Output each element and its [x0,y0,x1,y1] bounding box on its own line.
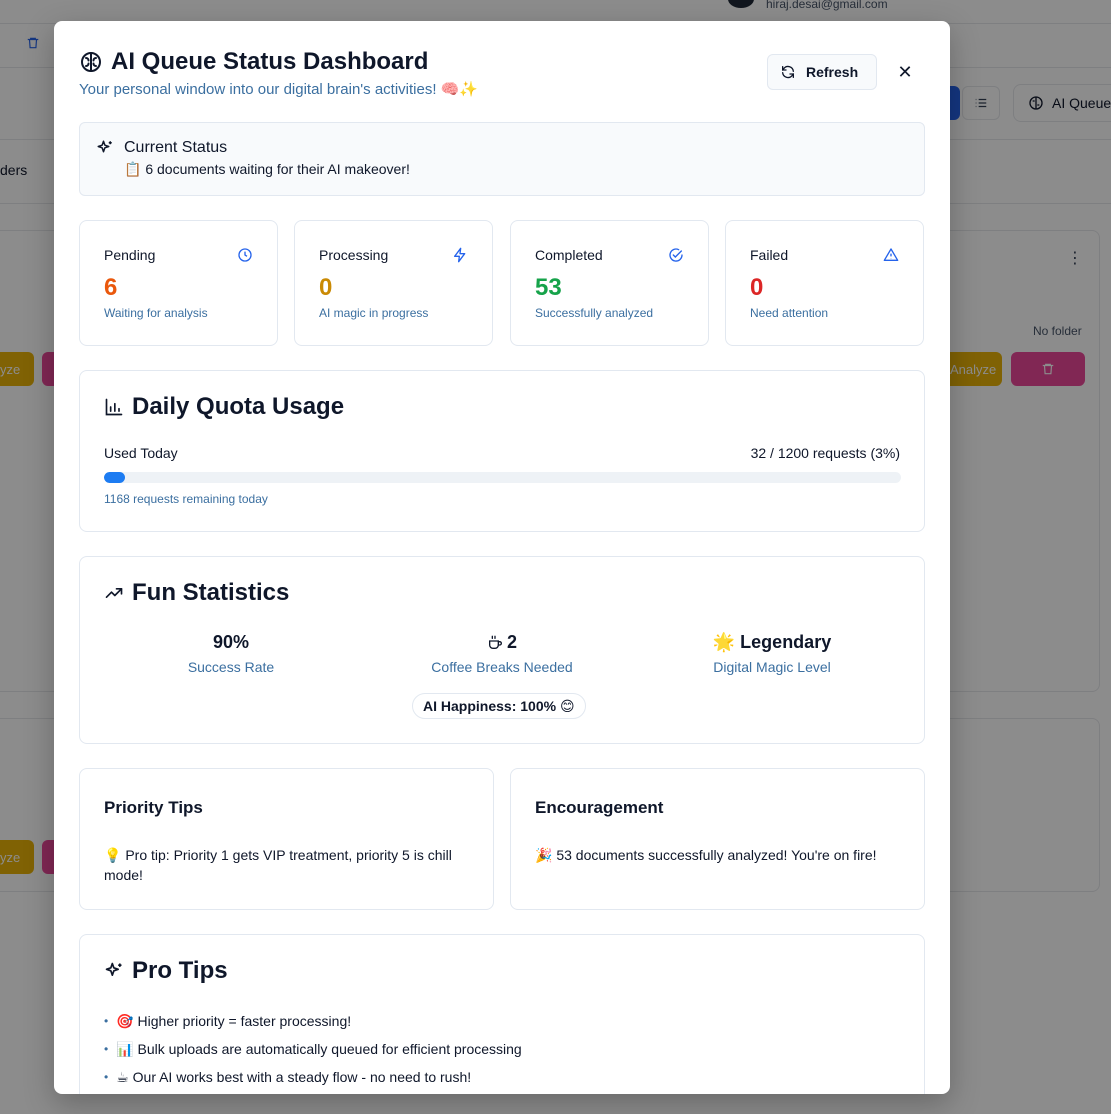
priority-tips-card: Priority Tips 💡 Pro tip: Priority 1 gets… [79,768,494,910]
fun-stat-label: Digital Magic Level [713,659,831,675]
quota-progress-fill [104,472,126,483]
sparkles-icon [105,962,122,976]
fun-stat-value: 🌟 Legendary [712,632,832,652]
sparkles-icon [96,139,114,162]
quota-progress-bar [104,472,901,483]
stat-label: Pending [104,247,156,263]
current-status-text: 📋 6 documents waiting for their AI makeo… [124,161,410,177]
fun-stat-value: 2 [367,632,637,653]
alert-triangle-icon [883,247,899,268]
pro-tip-text: 🎯 Higher priority = faster processing! [116,1012,352,1029]
fun-statistics-panel: Fun Statistics 90% Success Rate 2 Coffee… [79,556,925,744]
stat-label: Completed [535,247,603,263]
fun-stat-coffee-breaks: 2 Coffee Breaks Needed [367,632,637,675]
refresh-label: Refresh [806,64,859,80]
close-icon: ✕ [897,61,913,82]
bar-chart-icon [105,398,123,416]
stat-subtitle: Successfully analyzed [535,306,654,320]
stat-subtitle: Need attention [750,306,829,320]
stat-label: Processing [319,247,389,263]
stat-card-failed: Failed 0 Need attention [725,220,924,346]
stat-value: 0 [319,274,333,301]
refresh-icon [782,65,794,79]
fun-stat-value: 90% [212,632,250,652]
daily-quota-panel: Daily Quota Usage Used Today 32 / 1200 r… [79,370,925,532]
fun-stat-label: Success Rate [187,659,275,675]
dialog-title-text: AI Queue Status Dashboard [111,48,429,75]
encouragement-title: Encouragement [535,798,664,817]
list-item: • ☕ Our AI works best with a steady flow … [104,1068,472,1085]
ai-queue-dialog: AI Queue Status Dashboard Your personal … [54,21,950,1094]
quota-count: 32 / 1200 requests (3%) [750,445,900,461]
pro-tips-title: Pro Tips [104,957,228,985]
pro-tip-text: 📊 Bulk uploads are automatically queued … [116,1040,522,1057]
pro-tip-text: ☕ Our AI works best with a steady flow -… [116,1068,472,1085]
clock-icon [237,247,253,268]
stat-label: Failed [750,247,789,263]
dialog-subtitle: Your personal window into our digital br… [79,81,479,98]
dialog-title: AI Queue Status Dashboard [79,48,478,76]
stat-value: 0 [750,274,764,301]
dialog-header: AI Queue Status Dashboard Your personal … [79,48,478,98]
fun-stat-value-text: 2 [506,632,517,652]
daily-quota-title-text: Daily Quota Usage [132,393,345,420]
check-circle-icon [668,247,684,268]
close-button[interactable]: ✕ [894,61,916,83]
stat-value: 53 [535,274,562,301]
current-status-box: Current Status 📋 6 documents waiting for… [79,122,925,196]
priority-tips-text: 💡 Pro tip: Priority 1 gets VIP treatment… [104,847,452,883]
quota-remaining: 1168 requests remaining today [104,492,268,506]
stat-card-pending: Pending 6 Waiting for analysis [79,220,278,346]
pro-tips-title-text: Pro Tips [132,957,228,984]
zap-icon [452,247,468,268]
daily-quota-title: Daily Quota Usage [104,393,344,421]
stat-subtitle: AI magic in progress [319,306,429,320]
encouragement-text: 🎉 53 documents successfully analyzed! Yo… [535,847,877,863]
coffee-icon [488,635,502,649]
stat-subtitle: Waiting for analysis [104,306,208,320]
current-status-title: Current Status [124,139,228,156]
fun-stat-success-rate: 90% Success Rate [96,632,366,675]
trending-up-icon [105,588,123,598]
ai-happiness-badge: AI Happiness: 100% 😊 [412,693,586,719]
encouragement-card: Encouragement 🎉 53 documents successfull… [510,768,925,910]
quota-used-label: Used Today [104,445,178,461]
priority-tips-title: Priority Tips [104,798,203,817]
fun-stat-magic-level: 🌟 Legendary Digital Magic Level [637,632,907,675]
fun-stat-label: Coffee Breaks Needed [431,659,573,675]
list-item: • 📊 Bulk uploads are automatically queued… [104,1040,522,1057]
fun-statistics-title-text: Fun Statistics [132,579,290,606]
stat-card-completed: Completed 53 Successfully analyzed [510,220,709,346]
list-item: • 🎯 Higher priority = faster processing! [104,1012,352,1029]
stat-value: 6 [104,274,118,301]
refresh-button[interactable]: Refresh [767,54,877,90]
brain-icon [81,52,101,72]
pro-tips-list: • 🎯 Higher priority = faster processing! … [104,1007,522,1091]
stat-card-processing: Processing 0 AI magic in progress [294,220,493,346]
fun-statistics-title: Fun Statistics [104,579,289,607]
pro-tips-panel: Pro Tips • 🎯 Higher priority = faster pro… [79,934,925,1094]
